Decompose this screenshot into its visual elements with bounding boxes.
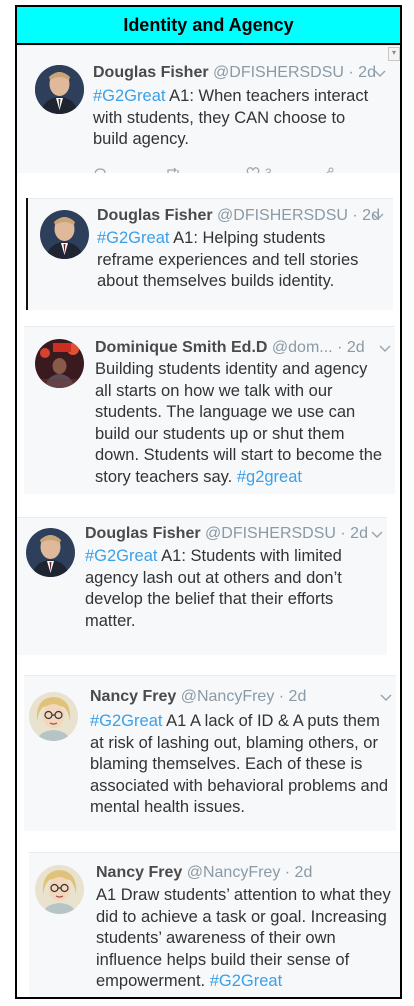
author-handle[interactable]: @DFISHERSDSU [213,64,344,81]
author-name[interactable]: Douglas Fisher [85,525,201,542]
like-count: 3 [265,166,272,173]
tweet-cell-5: Nancy Frey @NancyFrey · 2d #G2Great A1 A… [17,663,400,841]
avatar[interactable] [35,865,84,914]
timestamp[interactable]: · 2d [340,525,368,542]
tweet-text: #G2Great A1: Helping students reframe ex… [97,229,359,290]
author-name[interactable]: Nancy Frey [96,864,182,881]
tweet-card[interactable]: Douglas Fisher @DFISHERSDSU · 2d #G2Grea… [17,517,387,655]
author-name[interactable]: Nancy Frey [90,688,176,705]
scroll-arrow[interactable]: ▾ [388,47,400,61]
author-handle[interactable]: @DFISHERSDSU [217,207,348,224]
hashtag-link[interactable]: #g2great [237,468,302,486]
tweet-header: Douglas Fisher @DFISHERSDSU · 2d [85,524,368,544]
timestamp[interactable]: · 2d [348,64,376,81]
author-name[interactable]: Douglas Fisher [97,207,213,224]
heart-icon[interactable] [246,166,260,173]
tweet-header: Douglas Fisher @DFISHERSDSU · 2d [93,63,376,83]
chevron-down-icon[interactable] [372,213,384,221]
hashtag-link[interactable]: #G2Great [97,229,169,247]
hashtag-link[interactable]: #G2Great [210,972,282,990]
tweet-text: #G2Great A1 A lack of ID & A puts them a… [90,712,389,816]
chevron-down-icon[interactable] [379,345,391,353]
retweet-icon[interactable] [165,166,181,173]
avatar[interactable] [26,528,75,577]
tweet-cell-2: Douglas Fisher @DFISHERSDSU · 2d #G2Grea… [17,187,400,320]
tweet-actions: 3 [93,166,383,173]
avatar[interactable] [40,210,89,259]
avatar[interactable] [35,65,84,114]
author-name[interactable]: Dominique Smith Ed.D [95,339,267,356]
timestamp[interactable]: · 2d [337,339,365,356]
tweet-text: A1 Draw students’ attention to what they… [96,886,391,990]
hashtag-link[interactable]: #G2Great [90,712,162,730]
avatar[interactable] [29,692,78,741]
collage-title: Identity and Agency [17,7,400,45]
share-icon[interactable] [320,166,334,173]
tweet-cell-6: Nancy Frey @NancyFrey · 2d A1 Draw stude… [17,839,400,997]
tweet-header: Nancy Frey @NancyFrey · 2d [96,863,312,883]
tweet-cell-3: Dominique Smith Ed.D @dom... · 2d Buildi… [17,318,400,504]
tweet-header: Douglas Fisher @DFISHERSDSU · 2d [97,206,380,226]
tweet-cell-1: ▾ Douglas Fisher @DFISHERSDSU · 2d #G2Gr… [17,45,400,189]
timestamp[interactable]: · 2d [285,864,313,881]
tweet-header: Dominique Smith Ed.D @dom... · 2d [95,338,365,358]
hashtag-link[interactable]: #G2Great [93,87,165,105]
tweet-header: Nancy Frey @NancyFrey · 2d [90,687,306,707]
tweet-card[interactable]: Nancy Frey @NancyFrey · 2d A1 Draw stude… [29,852,400,997]
author-handle[interactable]: @dom... [272,339,333,356]
tweet-text: Building students identity and agency al… [95,360,383,486]
tweet-card[interactable]: Nancy Frey @NancyFrey · 2d #G2Great A1 A… [24,675,396,831]
chevron-down-icon[interactable] [380,694,392,702]
author-handle[interactable]: @DFISHERSDSU [205,525,336,542]
author-handle[interactable]: @NancyFrey [187,864,281,881]
chevron-down-icon[interactable] [374,70,386,78]
timestamp[interactable]: · 2d [279,688,307,705]
author-name[interactable]: Douglas Fisher [93,64,209,81]
reply-icon[interactable] [93,166,107,173]
tweet-card[interactable]: Dominique Smith Ed.D @dom... · 2d Buildi… [24,326,395,494]
author-handle[interactable]: @NancyFrey [181,688,275,705]
collage-frame: Identity and Agency ▾ Douglas Fisher @DF… [15,5,402,999]
tweet-text: #G2Great A1: Students with limited agenc… [85,547,342,630]
chevron-down-icon[interactable] [371,531,383,539]
tweet-card[interactable]: ▾ Douglas Fisher @DFISHERSDSU · 2d #G2Gr… [17,45,400,173]
tweet-cell-4: Douglas Fisher @DFISHERSDSU · 2d #G2Grea… [17,502,400,665]
avatar[interactable] [35,339,84,388]
tweet-card[interactable]: Douglas Fisher @DFISHERSDSU · 2d #G2Grea… [26,198,393,310]
tweet-text: #G2Great A1: When teachers interact with… [93,87,369,148]
hashtag-link[interactable]: #G2Great [85,547,157,565]
